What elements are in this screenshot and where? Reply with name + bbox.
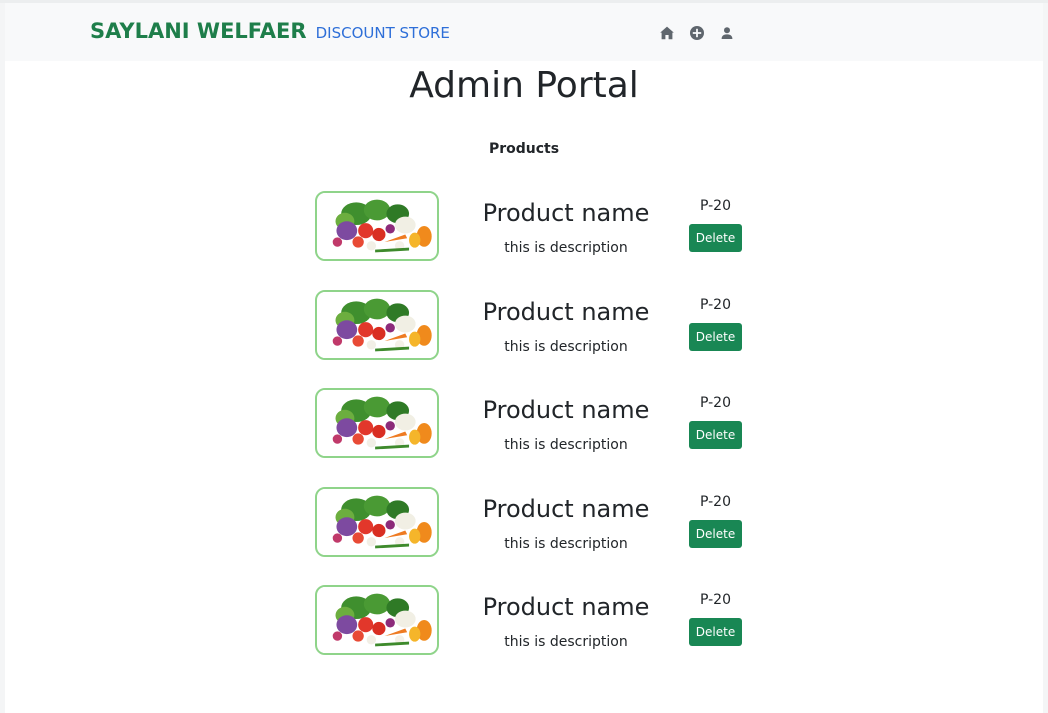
user-icon[interactable] (719, 25, 735, 41)
page-frame: SAYLANI WELFAER DISCOUNT STORE Admin Por… (0, 0, 1048, 713)
page-title: Admin Portal (409, 65, 639, 106)
product-price: P-20 (699, 296, 731, 313)
brand-name: SAYLANI WELFAER (90, 19, 307, 43)
nav-icons (659, 25, 735, 41)
product-row: Product name this is description P-20 De… (0, 583, 1048, 682)
product-price: P-20 (699, 395, 731, 411)
delete-button[interactable]: Delete (689, 421, 742, 449)
product-name: Product name (482, 297, 650, 326)
product-image (315, 585, 439, 655)
product-name: Product name (482, 593, 650, 621)
product-row: Product name this is description P-20 De… (0, 386, 1048, 485)
vegetables-image (318, 291, 436, 358)
product-description: this is description (504, 634, 628, 650)
product-description: this is description (504, 338, 628, 355)
product-image (315, 289, 439, 360)
product-row: Product name this is description P-20 De… (0, 189, 1048, 288)
product-image (315, 191, 439, 261)
brand[interactable]: SAYLANI WELFAER DISCOUNT STORE (90, 19, 450, 43)
product-price: P-20 (699, 493, 731, 510)
product-description: this is description (504, 240, 628, 256)
vegetables-image (318, 390, 436, 456)
delete-button[interactable]: Delete (689, 322, 742, 351)
product-row: Product name this is description P-20 De… (0, 485, 1048, 584)
delete-button[interactable]: Delete (689, 618, 742, 646)
product-price: P-20 (699, 592, 731, 608)
product-row: Product name this is description P-20 De… (0, 288, 1048, 387)
product-description: this is description (504, 437, 628, 453)
product-name: Product name (482, 396, 650, 424)
product-name: Product name (482, 494, 650, 523)
product-image (315, 486, 439, 557)
product-image (315, 388, 439, 458)
home-icon[interactable] (659, 25, 675, 41)
brand-subtitle: DISCOUNT STORE (315, 24, 450, 42)
product-price: P-20 (699, 198, 731, 214)
section-title: Products (488, 141, 560, 157)
vegetables-image (318, 488, 436, 555)
product-name: Product name (482, 199, 650, 227)
delete-button[interactable]: Delete (689, 519, 742, 548)
product-description: this is description (504, 535, 628, 552)
product-list: Product name this is description P-20 De… (0, 189, 1048, 682)
delete-button[interactable]: Delete (689, 224, 742, 252)
add-circle-icon[interactable] (689, 25, 705, 41)
vegetables-image (318, 193, 436, 259)
navbar: SAYLANI WELFAER DISCOUNT STORE (5, 3, 1043, 61)
vegetables-image (318, 587, 436, 653)
